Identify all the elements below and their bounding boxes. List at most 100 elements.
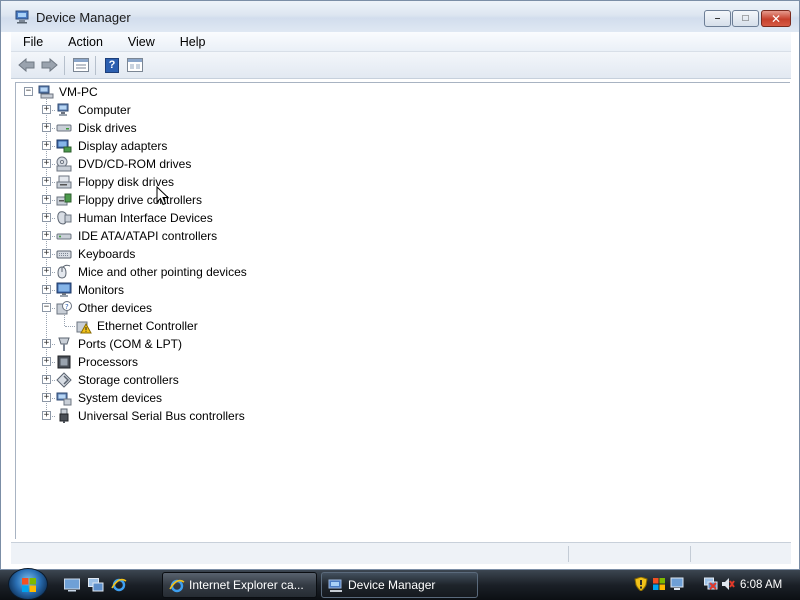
storage-controller-icon — [56, 372, 72, 388]
status-separator — [690, 546, 691, 562]
menu-view[interactable]: View — [116, 35, 168, 49]
tree-category-other-devices[interactable]: −? Other devices — [16, 299, 416, 317]
tree-category-label: Floppy drive controllers — [78, 193, 203, 207]
expand-icon[interactable]: + — [42, 375, 51, 384]
properties-button[interactable] — [71, 56, 91, 74]
menu-file[interactable]: File — [11, 35, 56, 49]
tree-category-label: System devices — [78, 391, 163, 405]
minimize-button[interactable]: – — [704, 10, 731, 27]
expand-icon[interactable]: + — [42, 195, 51, 204]
tree-root[interactable]: − VM-PC — [16, 83, 316, 101]
dvd-drive-icon — [56, 156, 72, 172]
computer-root-icon — [38, 85, 54, 99]
expand-icon[interactable]: + — [42, 357, 51, 366]
start-button[interactable] — [8, 568, 48, 600]
tree-category-universal-serial-bus-controllers[interactable]: + Universal Serial Bus controllers — [16, 407, 416, 425]
close-button[interactable]: ✕ — [761, 10, 791, 27]
tree-category-system-devices[interactable]: + System devices — [16, 389, 416, 407]
tree-category-label: Storage controllers — [78, 373, 179, 387]
expand-icon[interactable]: + — [42, 231, 51, 240]
device-manager-icon — [15, 10, 29, 24]
tree-category-disk-drives[interactable]: + Disk drives — [16, 119, 416, 137]
svg-text:?: ? — [65, 303, 69, 311]
collapse-icon[interactable]: − — [24, 87, 33, 96]
ide-controller-icon — [56, 233, 72, 240]
volume-muted-icon[interactable] — [721, 577, 735, 591]
show-desktop-icon[interactable] — [64, 578, 80, 592]
menu-help[interactable]: Help — [168, 35, 219, 49]
forward-icon — [41, 58, 58, 72]
monitor-icon — [56, 282, 72, 297]
title-bar[interactable]: Device Manager – □ ✕ — [1, 1, 799, 32]
status-separator — [568, 546, 569, 562]
tree-connector — [65, 326, 75, 327]
security-shield-icon[interactable] — [634, 577, 648, 591]
expand-icon[interactable]: + — [42, 213, 51, 222]
processor-icon — [57, 355, 71, 369]
tree-category-label: Display adapters — [78, 139, 168, 153]
tree-device-ethernet-controller[interactable]: Ethernet Controller — [16, 317, 416, 335]
tree-category-keyboards[interactable]: + Keyboards — [16, 245, 416, 263]
forward-button[interactable] — [39, 56, 59, 74]
windows-logo-icon — [22, 578, 36, 592]
expand-icon[interactable]: + — [42, 123, 51, 132]
tree-root-label: VM-PC — [59, 85, 98, 99]
tree-category-label: Human Interface Devices — [78, 211, 213, 225]
switch-windows-icon[interactable] — [88, 578, 104, 592]
tree-category-label: Universal Serial Bus controllers — [78, 409, 245, 423]
taskbar-button-label: Device Manager — [348, 578, 436, 592]
scan-hardware-button[interactable] — [125, 56, 145, 74]
expand-icon[interactable]: + — [42, 393, 51, 402]
tree-category-label: Ports (COM & LPT) — [78, 337, 183, 351]
window-title: Device Manager — [36, 10, 131, 25]
maximize-icon: □ — [742, 12, 749, 24]
network-disconnected-icon[interactable] — [704, 577, 718, 591]
taskbar-button-internet-explorer[interactable]: Internet Explorer ca... — [162, 572, 317, 598]
expand-icon[interactable]: + — [42, 411, 51, 420]
expand-icon[interactable]: + — [42, 339, 51, 348]
mouse-icon — [57, 264, 71, 279]
tree-category-ports-com-lpt[interactable]: + Ports (COM & LPT) — [16, 335, 416, 353]
collapse-icon[interactable]: − — [42, 303, 51, 312]
menu-action[interactable]: Action — [56, 35, 116, 49]
tree-category-mice-and-other-pointing-devices[interactable]: + Mice and other pointing devices — [16, 263, 416, 281]
tree-category-label: Mice and other pointing devices — [78, 265, 247, 279]
menu-bar: File Action View Help — [11, 32, 791, 52]
tree-category-label: Other devices — [78, 301, 153, 315]
tree-category-computer[interactable]: + Computer — [16, 101, 416, 119]
tree-category-dvd-cd-rom-drives[interactable]: + DVD/CD-ROM drives — [16, 155, 416, 173]
tree-category-floppy-disk-drives[interactable]: + Floppy disk drives — [16, 173, 416, 191]
port-icon — [58, 337, 70, 351]
clock[interactable]: 6:08 AM — [740, 579, 782, 591]
expand-icon[interactable]: + — [42, 105, 51, 114]
tree-category-human-interface-devices[interactable]: + Human Interface Devices — [16, 209, 416, 227]
network-icon[interactable] — [670, 577, 684, 591]
expand-icon[interactable]: + — [42, 141, 51, 150]
expand-icon[interactable]: + — [42, 249, 51, 258]
properties-icon — [73, 58, 89, 72]
toolbar: ? — [11, 52, 791, 79]
windows-update-icon[interactable] — [652, 577, 666, 591]
tree-category-label: DVD/CD-ROM drives — [78, 157, 192, 171]
scan-icon — [127, 58, 143, 72]
expand-icon[interactable]: + — [42, 285, 51, 294]
tree-category-floppy-drive-controllers[interactable]: + Floppy drive controllers — [16, 191, 416, 209]
disk-drive-icon — [56, 124, 72, 132]
system-tray: 6:08 AM — [628, 572, 800, 598]
back-icon — [18, 58, 35, 72]
expand-icon[interactable]: + — [42, 177, 51, 186]
tree-category-ide-ata-atapi-controllers[interactable]: + IDE ATA/ATAPI controllers — [16, 227, 416, 245]
taskbar-button-device-manager[interactable]: Device Manager — [321, 572, 478, 598]
tree-category-monitors[interactable]: + Monitors — [16, 281, 416, 299]
tree-category-processors[interactable]: + Processors — [16, 353, 416, 371]
tree-category-display-adapters[interactable]: + Display adapters — [16, 137, 416, 155]
tree-category-storage-controllers[interactable]: + Storage controllers — [16, 371, 416, 389]
status-bar — [11, 542, 791, 564]
help-button[interactable]: ? — [102, 56, 122, 74]
expand-icon[interactable]: + — [42, 267, 51, 276]
expand-icon[interactable]: + — [42, 159, 51, 168]
maximize-button[interactable]: □ — [732, 10, 759, 27]
internet-explorer-icon[interactable] — [111, 578, 127, 592]
device-tree: − VM-PC + Computer + Disk drives + Display ad… — [15, 82, 790, 539]
back-button[interactable] — [17, 56, 37, 74]
